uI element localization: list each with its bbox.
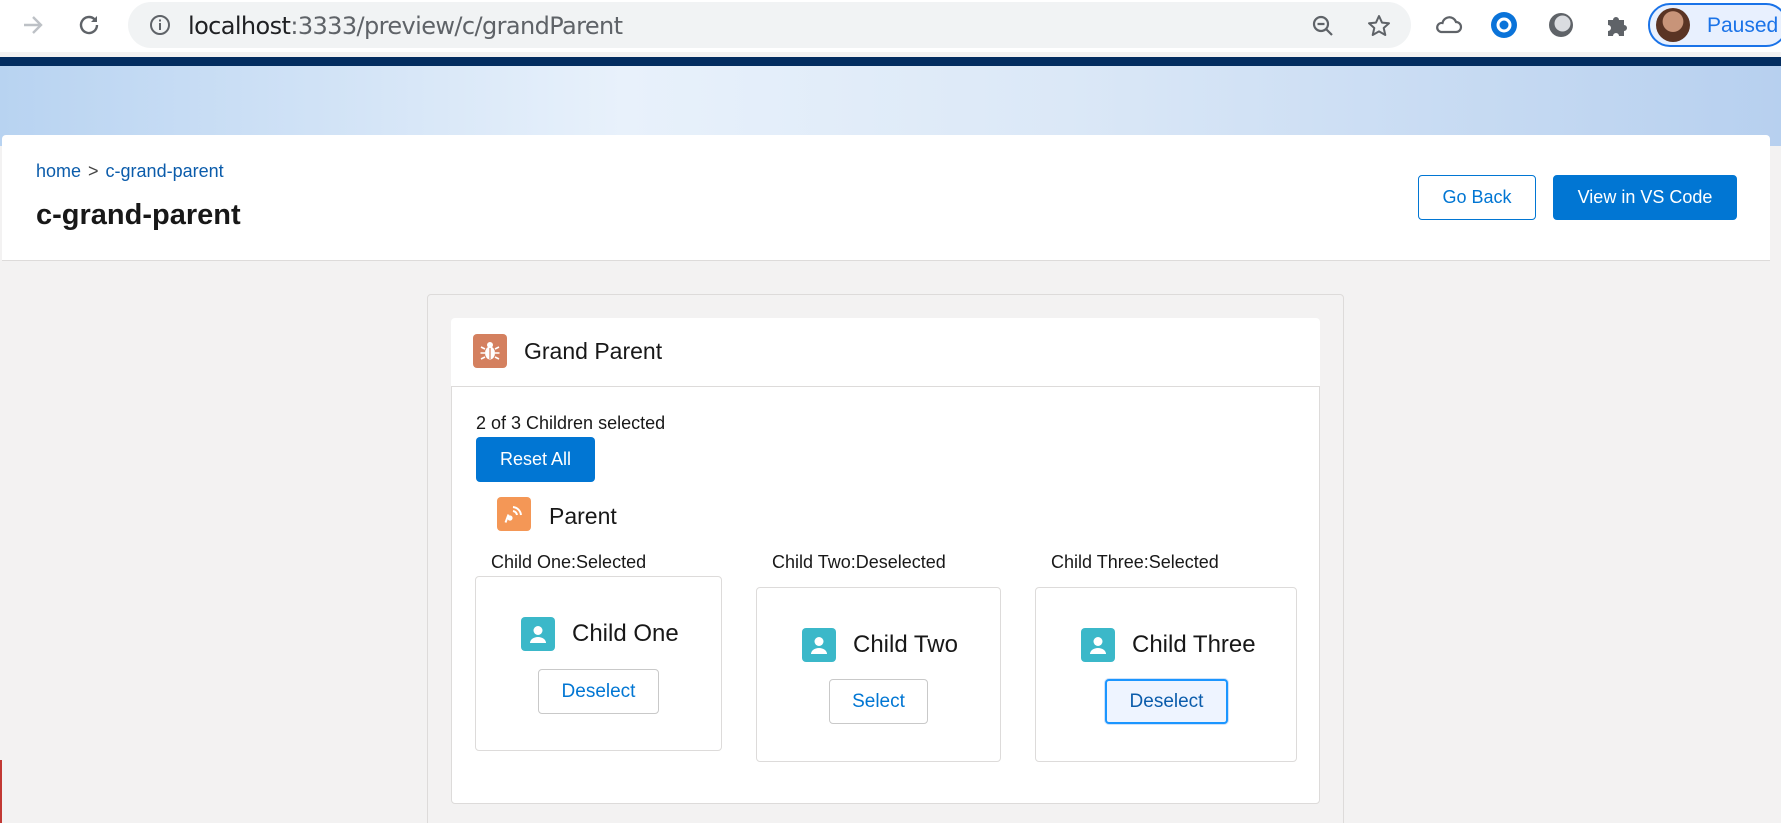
puzzle-icon[interactable] [1602,10,1632,40]
reload-icon [79,15,99,35]
grand-parent-card-header: Grand Parent [451,318,1320,386]
zoom-out-icon[interactable] [1309,12,1337,40]
grand-parent-card-body: 2 of 3 Children selected Reset All Paren… [451,386,1320,804]
parent-title: Parent [549,503,617,529]
view-in-vscode-button[interactable]: View in VS Code [1553,175,1737,220]
cloud-extension-icon[interactable] [1433,10,1463,40]
child-one-deselect-button[interactable]: Deselect [538,669,659,714]
record-extension-icon[interactable] [1489,10,1519,40]
user-icon [521,617,555,651]
breadcrumb: home > c-grand-parent [36,161,224,182]
child-one-card: Child One Deselect [475,576,722,751]
child-three-deselect-button[interactable]: Deselect [1105,679,1228,724]
breadcrumb-separator: > [88,161,99,181]
arrow-right-icon [24,16,43,34]
top-accent-bar [0,57,1781,66]
left-edge-accent [0,760,2,823]
star-icon[interactable] [1365,12,1393,40]
child-three-status: Child Three:Selected [1051,552,1219,572]
go-back-button[interactable]: Go Back [1418,175,1536,220]
page-title: c-grand-parent [36,199,241,231]
bug-icon [473,334,507,368]
forward-button[interactable] [16,8,50,42]
child-one-name: Child One [572,620,679,647]
user-icon [1081,628,1115,662]
site-info-icon[interactable] [148,13,172,42]
child-two-select-button[interactable]: Select [829,679,928,724]
child-two-name: Child Two [853,631,958,658]
url-host: localhost [188,12,291,40]
user-icon [802,628,836,662]
selection-summary: 2 of 3 Children selected [476,413,666,433]
reload-button[interactable] [72,8,106,42]
profile-status: Paused [1707,14,1779,37]
child-three-card: Child Three Deselect [1035,587,1297,762]
address-bar[interactable]: localhost:3333/preview/c/grandParent [128,2,1411,48]
url-path: :3333/preview/c/grandParent [290,12,623,40]
breadcrumb-current-link[interactable]: c-grand-parent [106,161,224,181]
breadcrumb-home-link[interactable]: home [36,161,81,181]
avatar [1656,8,1690,42]
child-two-status: Child Two:Deselected [772,552,946,572]
header-band [0,66,1781,146]
broadcast-icon [497,497,531,531]
page-header: home > c-grand-parent c-grand-parent Go Ba… [2,135,1770,261]
child-three-name: Child Three [1132,631,1256,658]
child-two-card: Child Two Select [756,587,1001,762]
browser-toolbar: localhost:3333/preview/c/grandParent Pau… [0,0,1781,52]
grand-parent-title: Grand Parent [524,338,663,364]
child-one-status: Child One:Selected [491,552,647,572]
circle-extension-icon[interactable] [1546,10,1576,40]
profile-button[interactable]: Paused [1648,3,1781,47]
reset-all-button[interactable]: Reset All [476,437,595,482]
url-text: localhost:3333/preview/c/grandParent [188,12,623,40]
